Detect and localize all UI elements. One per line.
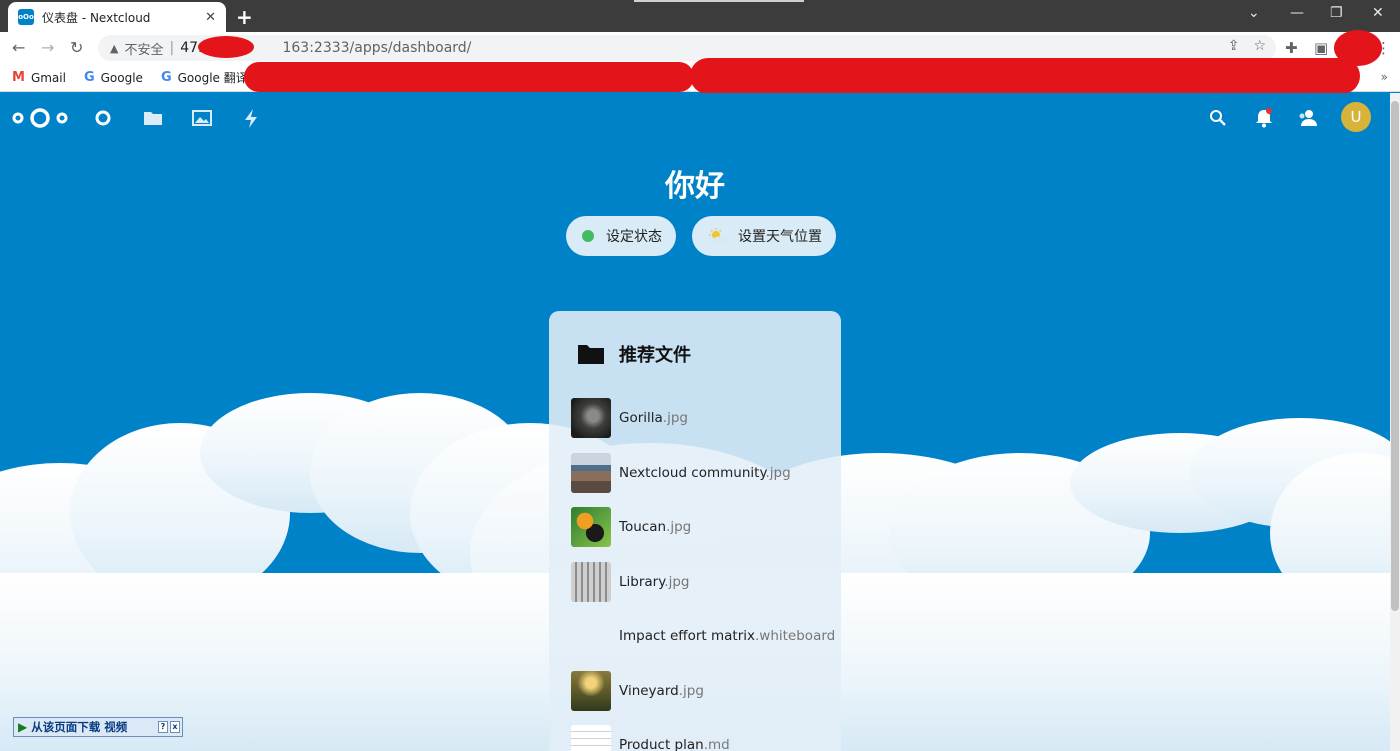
extensions-puzzle-icon[interactable]: ✚	[1285, 39, 1298, 57]
play-icon: ▶	[18, 720, 28, 734]
file-extension: .jpg	[662, 410, 688, 426]
file-name: Nextcloud community	[619, 465, 766, 481]
google-translate-icon: G	[160, 70, 172, 85]
bookmark-google[interactable]: G Google	[84, 70, 143, 85]
widget-title: 推荐文件	[577, 341, 691, 367]
back-arrow-icon[interactable]: ←	[12, 38, 25, 57]
close-icon[interactable]: x	[170, 721, 180, 733]
close-window-icon[interactable]: ✕	[1372, 5, 1384, 21]
redaction-mark	[690, 58, 1360, 94]
insecure-label: 不安全	[124, 42, 164, 58]
user-avatar[interactable]: U	[1341, 102, 1371, 132]
file-name: Product plan	[619, 737, 704, 751]
gmail-icon: M	[12, 70, 25, 85]
online-status-dot-icon	[582, 230, 594, 242]
side-panel-icon[interactable]: ▣	[1314, 39, 1328, 57]
tabstrip-divider	[634, 0, 804, 2]
bookmark-star-icon[interactable]: ☆	[1253, 38, 1266, 54]
restore-window-icon[interactable]: ❐	[1330, 5, 1343, 21]
notifications-bell-icon[interactable]	[1253, 107, 1275, 129]
file-name: Gorilla	[619, 410, 663, 426]
recommended-file-item[interactable]: Nextcloud community.jpg	[571, 453, 831, 493]
recommended-file-item[interactable]: Impact effort matrix.whiteboard	[571, 616, 835, 656]
recommended-file-item[interactable]: Product plan.md	[571, 725, 831, 751]
library-thumbnail	[571, 562, 611, 602]
weather-sun-cloud-icon	[709, 228, 725, 244]
redaction-mark	[244, 62, 694, 92]
browser-tab-active[interactable]: oOo 仪表盘 - Nextcloud ✕	[8, 2, 226, 32]
whiteboard-thumbnail	[571, 616, 611, 656]
widget-title-label: 推荐文件	[619, 345, 691, 366]
contacts-icon[interactable]	[1298, 107, 1320, 129]
help-icon[interactable]: ?	[158, 721, 168, 733]
recommended-file-item[interactable]: Library.jpg	[571, 562, 831, 602]
file-name: Toucan	[619, 519, 667, 535]
bookmark-gmail[interactable]: M Gmail	[12, 70, 66, 85]
dashboard-app-icon[interactable]	[92, 107, 114, 129]
forward-arrow-icon[interactable]: →	[41, 38, 54, 57]
video-download-helper-bar[interactable]: ▶ 从该页面下载 视频 ? x	[13, 717, 183, 737]
url-separator: |	[169, 40, 175, 56]
google-icon: G	[83, 70, 95, 85]
url-path: 163:2333/apps/dashboard/	[282, 40, 472, 56]
minimize-window-icon[interactable]: —	[1290, 5, 1304, 21]
file-extension: .jpg	[664, 574, 690, 590]
file-extension: .jpg	[666, 519, 692, 535]
recommended-files-widget: 推荐文件 Gorilla.jpg Nextcloud community.jpg…	[549, 311, 841, 751]
vineyard-thumbnail	[571, 671, 611, 711]
warning-triangle-icon: ▲	[110, 41, 119, 55]
activity-app-icon[interactable]	[240, 107, 262, 129]
recommended-file-item[interactable]: Vineyard.jpg	[571, 671, 831, 711]
bookmark-label: Gmail	[30, 70, 66, 85]
document-thumbnail	[571, 725, 611, 751]
recommended-file-item[interactable]: Gorilla.jpg	[571, 398, 831, 438]
set-weather-location-button[interactable]: 设置天气位置	[692, 216, 836, 256]
nextcloud-logo-icon[interactable]	[12, 107, 68, 129]
nextcloud-favicon-icon: oOo	[18, 9, 34, 25]
redaction-mark	[198, 36, 254, 58]
set-status-button[interactable]: 设定状态	[566, 216, 676, 256]
bookmarks-overflow-icon[interactable]: »	[1381, 70, 1388, 84]
file-name: Library	[619, 574, 665, 590]
download-helper-label: 从该页面下载 视频	[31, 720, 128, 734]
folder-icon	[578, 345, 604, 364]
files-app-icon[interactable]	[142, 107, 164, 129]
tab-title: 仪表盘 - Nextcloud	[42, 10, 151, 25]
toucan-thumbnail	[571, 507, 611, 547]
file-extension: .whiteboard	[755, 628, 836, 644]
set-weather-label: 设置天气位置	[738, 229, 822, 245]
tab-search-chevron-icon[interactable]: ⌄	[1248, 5, 1260, 21]
file-extension: .jpg	[678, 683, 704, 699]
nextcloud-header: U	[0, 93, 1390, 143]
photos-app-icon[interactable]	[191, 107, 213, 129]
bookmark-label: Google 翻译	[177, 71, 248, 85]
new-tab-button[interactable]: +	[236, 5, 253, 29]
set-status-label: 设定状态	[606, 229, 662, 245]
bookmark-label: Google	[100, 70, 143, 85]
file-name: Impact effort matrix	[619, 628, 755, 644]
page-scrollbar[interactable]	[1390, 93, 1400, 751]
file-name: Vineyard	[619, 683, 679, 699]
community-thumbnail	[571, 453, 611, 493]
file-extension: .jpg	[765, 465, 791, 481]
search-icon[interactable]	[1207, 107, 1229, 129]
greeting-title: 你好	[665, 169, 725, 204]
file-extension: .md	[703, 737, 730, 751]
bookmark-google-translate[interactable]: G Google 翻译	[161, 69, 248, 86]
reload-icon[interactable]: ↻	[70, 38, 83, 57]
gorilla-thumbnail	[571, 398, 611, 438]
browser-tabstrip: oOo 仪表盘 - Nextcloud ✕ + ⌄ — ❐ ✕	[0, 0, 1400, 32]
recommended-file-item[interactable]: Toucan.jpg	[571, 507, 831, 547]
scrollbar-thumb[interactable]	[1391, 101, 1399, 611]
share-icon[interactable]: ⇪	[1228, 38, 1240, 54]
tab-close-icon[interactable]: ✕	[205, 10, 216, 25]
nextcloud-dashboard: U 你好 设定状态 设置天气位置 推荐文件 Gorilla.jpg Nextcl…	[0, 93, 1390, 751]
